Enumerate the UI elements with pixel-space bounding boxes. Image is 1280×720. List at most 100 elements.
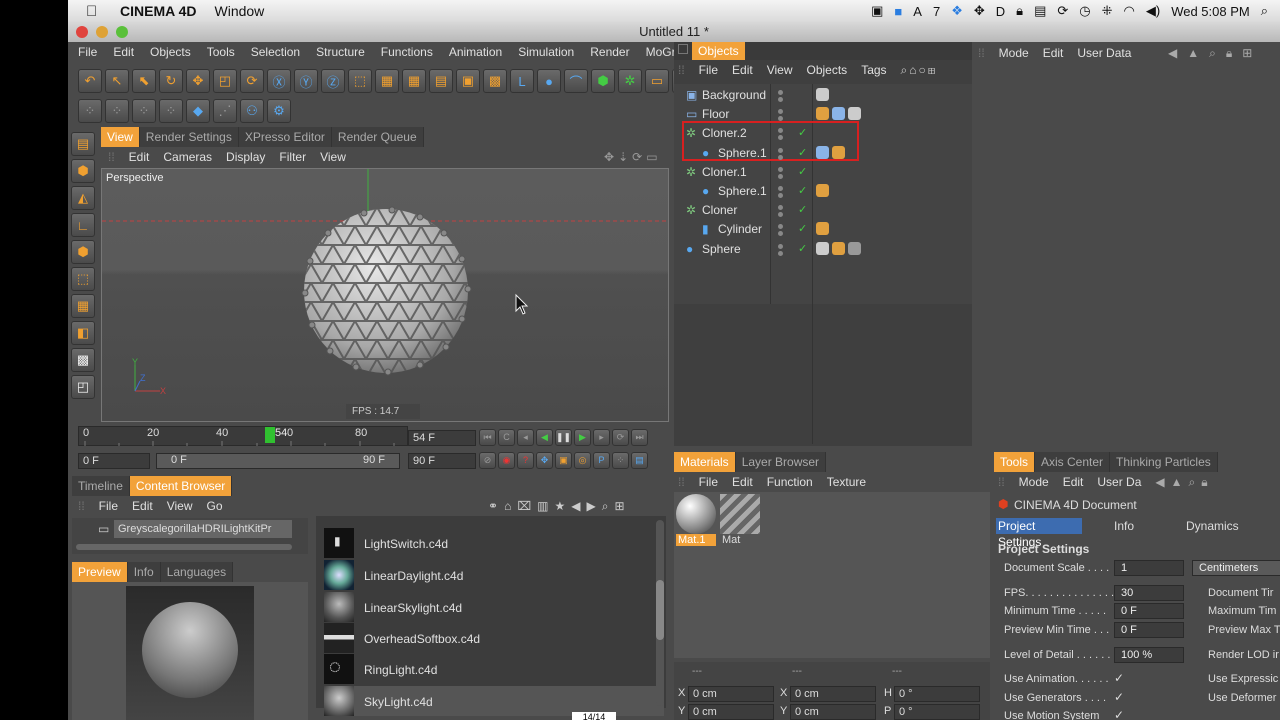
snapping-icon[interactable]: ◰ (71, 375, 95, 399)
mac-menu-window[interactable]: Window (215, 3, 265, 19)
visibility-dot[interactable] (778, 231, 783, 237)
objects-menu-tags[interactable]: Tags (861, 63, 886, 77)
enabled-check-icon[interactable]: ✓ (798, 203, 807, 216)
enabled-check-icon[interactable]: ✓ (798, 242, 807, 255)
viewport-menu-cameras[interactable]: Cameras (163, 150, 212, 164)
object-name[interactable]: Floor (702, 107, 729, 121)
autokey-icon[interactable]: ? (517, 451, 534, 469)
browser-menu-edit[interactable]: Edit (132, 499, 153, 513)
tab-content-browser[interactable]: Content Browser (129, 476, 233, 496)
tag-icon[interactable] (816, 107, 829, 121)
maximize-icon[interactable]: ▭ (646, 150, 657, 164)
trash-icon[interactable]: ⌧ (517, 499, 531, 513)
object-name[interactable]: Sphere.1 (718, 184, 767, 198)
dolly-icon[interactable]: ⇣ (618, 150, 628, 164)
object-name[interactable]: Cloner (702, 203, 737, 217)
tag-icon[interactable] (832, 241, 845, 255)
visibility-dot[interactable] (778, 147, 783, 153)
home-icon[interactable]: ⌂ (504, 499, 511, 513)
fps-field[interactable]: 30 (1114, 585, 1184, 601)
tag-icon[interactable] (816, 241, 829, 255)
make-editable-icon[interactable]: ⬢ (71, 159, 95, 183)
use-motion-checkbox[interactable]: ✓ (1114, 708, 1124, 720)
use-generators-checkbox[interactable]: ✓ (1114, 690, 1124, 704)
record-rotation-icon[interactable]: ◎ (574, 451, 591, 469)
coord-position-x[interactable]: 0 cm (688, 686, 774, 702)
tag-icon[interactable] (816, 88, 829, 101)
sphere-primitive-icon[interactable]: ● (537, 69, 561, 93)
select-arrow-icon[interactable]: ↖ (105, 69, 129, 93)
viewport-perspective[interactable]: Perspective Y X Z FPS: 14.7 (101, 168, 669, 422)
object-row-background[interactable]: ▣ Background (674, 86, 972, 105)
object-name[interactable]: Cylinder (718, 222, 762, 236)
interpolation-icon[interactable]: ▤ (631, 451, 648, 469)
record-scale-icon[interactable]: ▣ (555, 451, 572, 469)
adobe-icon[interactable]: A (913, 4, 922, 19)
objects-menu-file[interactable]: File (699, 63, 718, 77)
tab-axis-center[interactable]: Axis Center (1035, 452, 1111, 472)
object-row-sphere-1[interactable]: ● Sphere.1 ✓ (674, 182, 972, 201)
subtab-project-settings[interactable]: Project Settings (996, 518, 1082, 549)
minimum-time-field[interactable]: 0 F (1114, 603, 1184, 619)
polygons-mode-icon[interactable]: ⁘ (132, 99, 156, 123)
attributes-menu-mode[interactable]: Mode (999, 46, 1029, 60)
menu-mograph[interactable]: MoGr (646, 45, 676, 59)
viewport-menu-display[interactable]: Display (226, 150, 265, 164)
rotate-icon[interactable]: ⟳ (240, 69, 264, 93)
next-key-icon[interactable]: ⟳ (612, 428, 629, 446)
up-icon[interactable]: ▲ (1187, 46, 1199, 60)
snap-icon[interactable]: ⚇ (240, 99, 264, 123)
undo-icon[interactable]: ↶ (78, 69, 102, 93)
playhead[interactable] (265, 427, 275, 443)
x-axis-icon[interactable]: Ⓧ (267, 69, 291, 93)
time-machine-icon[interactable]: ◷ (1079, 3, 1090, 19)
file-item[interactable]: ◌ RingLight.c4d (324, 654, 664, 684)
attributes-menu-user-data[interactable]: User Data (1077, 46, 1131, 60)
menu-file[interactable]: File (78, 45, 97, 59)
file-item[interactable]: ▮ LightSwitch.c4d (324, 528, 664, 558)
render-region-icon[interactable]: ▣ (456, 69, 480, 93)
folder-path[interactable]: GreyscalegorillaHDRILightKitPr (114, 520, 292, 538)
tab-tools[interactable]: Tools (994, 452, 1036, 472)
object-row-cloner-1[interactable]: ✲ Cloner.1 ✓ (674, 163, 972, 182)
lock-icon[interactable]: 🔒︎ (1226, 46, 1232, 61)
object-row-sphere-1[interactable]: ● Sphere.1 ✓ (674, 144, 972, 163)
back-icon[interactable]: ◀ (1168, 46, 1177, 60)
menu-render[interactable]: Render (590, 45, 629, 59)
tools-menu-user-data[interactable]: User Da (1097, 475, 1141, 489)
object-row-cloner-2[interactable]: ✲ Cloner.2 ✓ (674, 124, 972, 143)
tab-preview[interactable]: Preview (72, 562, 128, 582)
coord-size-x[interactable]: 0 cm (790, 686, 876, 702)
start-frame-field[interactable]: 0 F (78, 453, 150, 469)
checker-icon[interactable]: ▩ (71, 348, 95, 372)
texture-mode-icon[interactable]: ⋰ (213, 99, 237, 123)
lod-field[interactable]: 100 % (1114, 647, 1184, 663)
object-axis-icon[interactable]: ∟ (71, 213, 95, 237)
tab-view[interactable]: View (101, 127, 140, 147)
move-icon[interactable]: ✥ (974, 3, 985, 19)
object-row-cylinder[interactable]: ▮ Cylinder ✓ (674, 220, 972, 239)
pause-icon[interactable]: ❚❚ (555, 428, 572, 446)
camera-icon[interactable]: ▣ (871, 3, 883, 19)
edges-mode-icon[interactable]: ⁘ (105, 99, 129, 123)
visibility-dot[interactable] (778, 205, 783, 211)
edit-render-settings-icon[interactable]: ▤ (429, 69, 453, 93)
menu-selection[interactable]: Selection (251, 45, 300, 59)
edges-tool-icon[interactable]: ⬚ (71, 267, 95, 291)
wifi-icon[interactable]: ◠ (1124, 3, 1135, 19)
objects-title[interactable]: Objects (692, 42, 745, 60)
spotlight-icon[interactable]: ⌕ (1261, 3, 1268, 19)
object-name[interactable]: Cloner.2 (702, 126, 747, 140)
back-icon[interactable]: ◀ (571, 499, 580, 513)
pan-icon[interactable]: ✥ (604, 150, 614, 164)
subtab-dynamics[interactable]: Dynamics (1186, 518, 1239, 534)
render-queue-icon[interactable]: ▩ (483, 69, 507, 93)
clock[interactable]: Wed 5:08 PM (1171, 4, 1250, 19)
new-window-icon[interactable]: ⊞ (614, 499, 624, 513)
keyframe-icon[interactable]: ⊘ (479, 451, 496, 469)
tab-layer-browser[interactable]: Layer Browser (735, 452, 827, 472)
workplane-icon[interactable]: ⚙ (267, 99, 291, 123)
object-row-cloner[interactable]: ✲ Cloner ✓ (674, 201, 972, 220)
menu-tools[interactable]: Tools (207, 45, 235, 59)
visibility-dot[interactable] (778, 173, 783, 179)
